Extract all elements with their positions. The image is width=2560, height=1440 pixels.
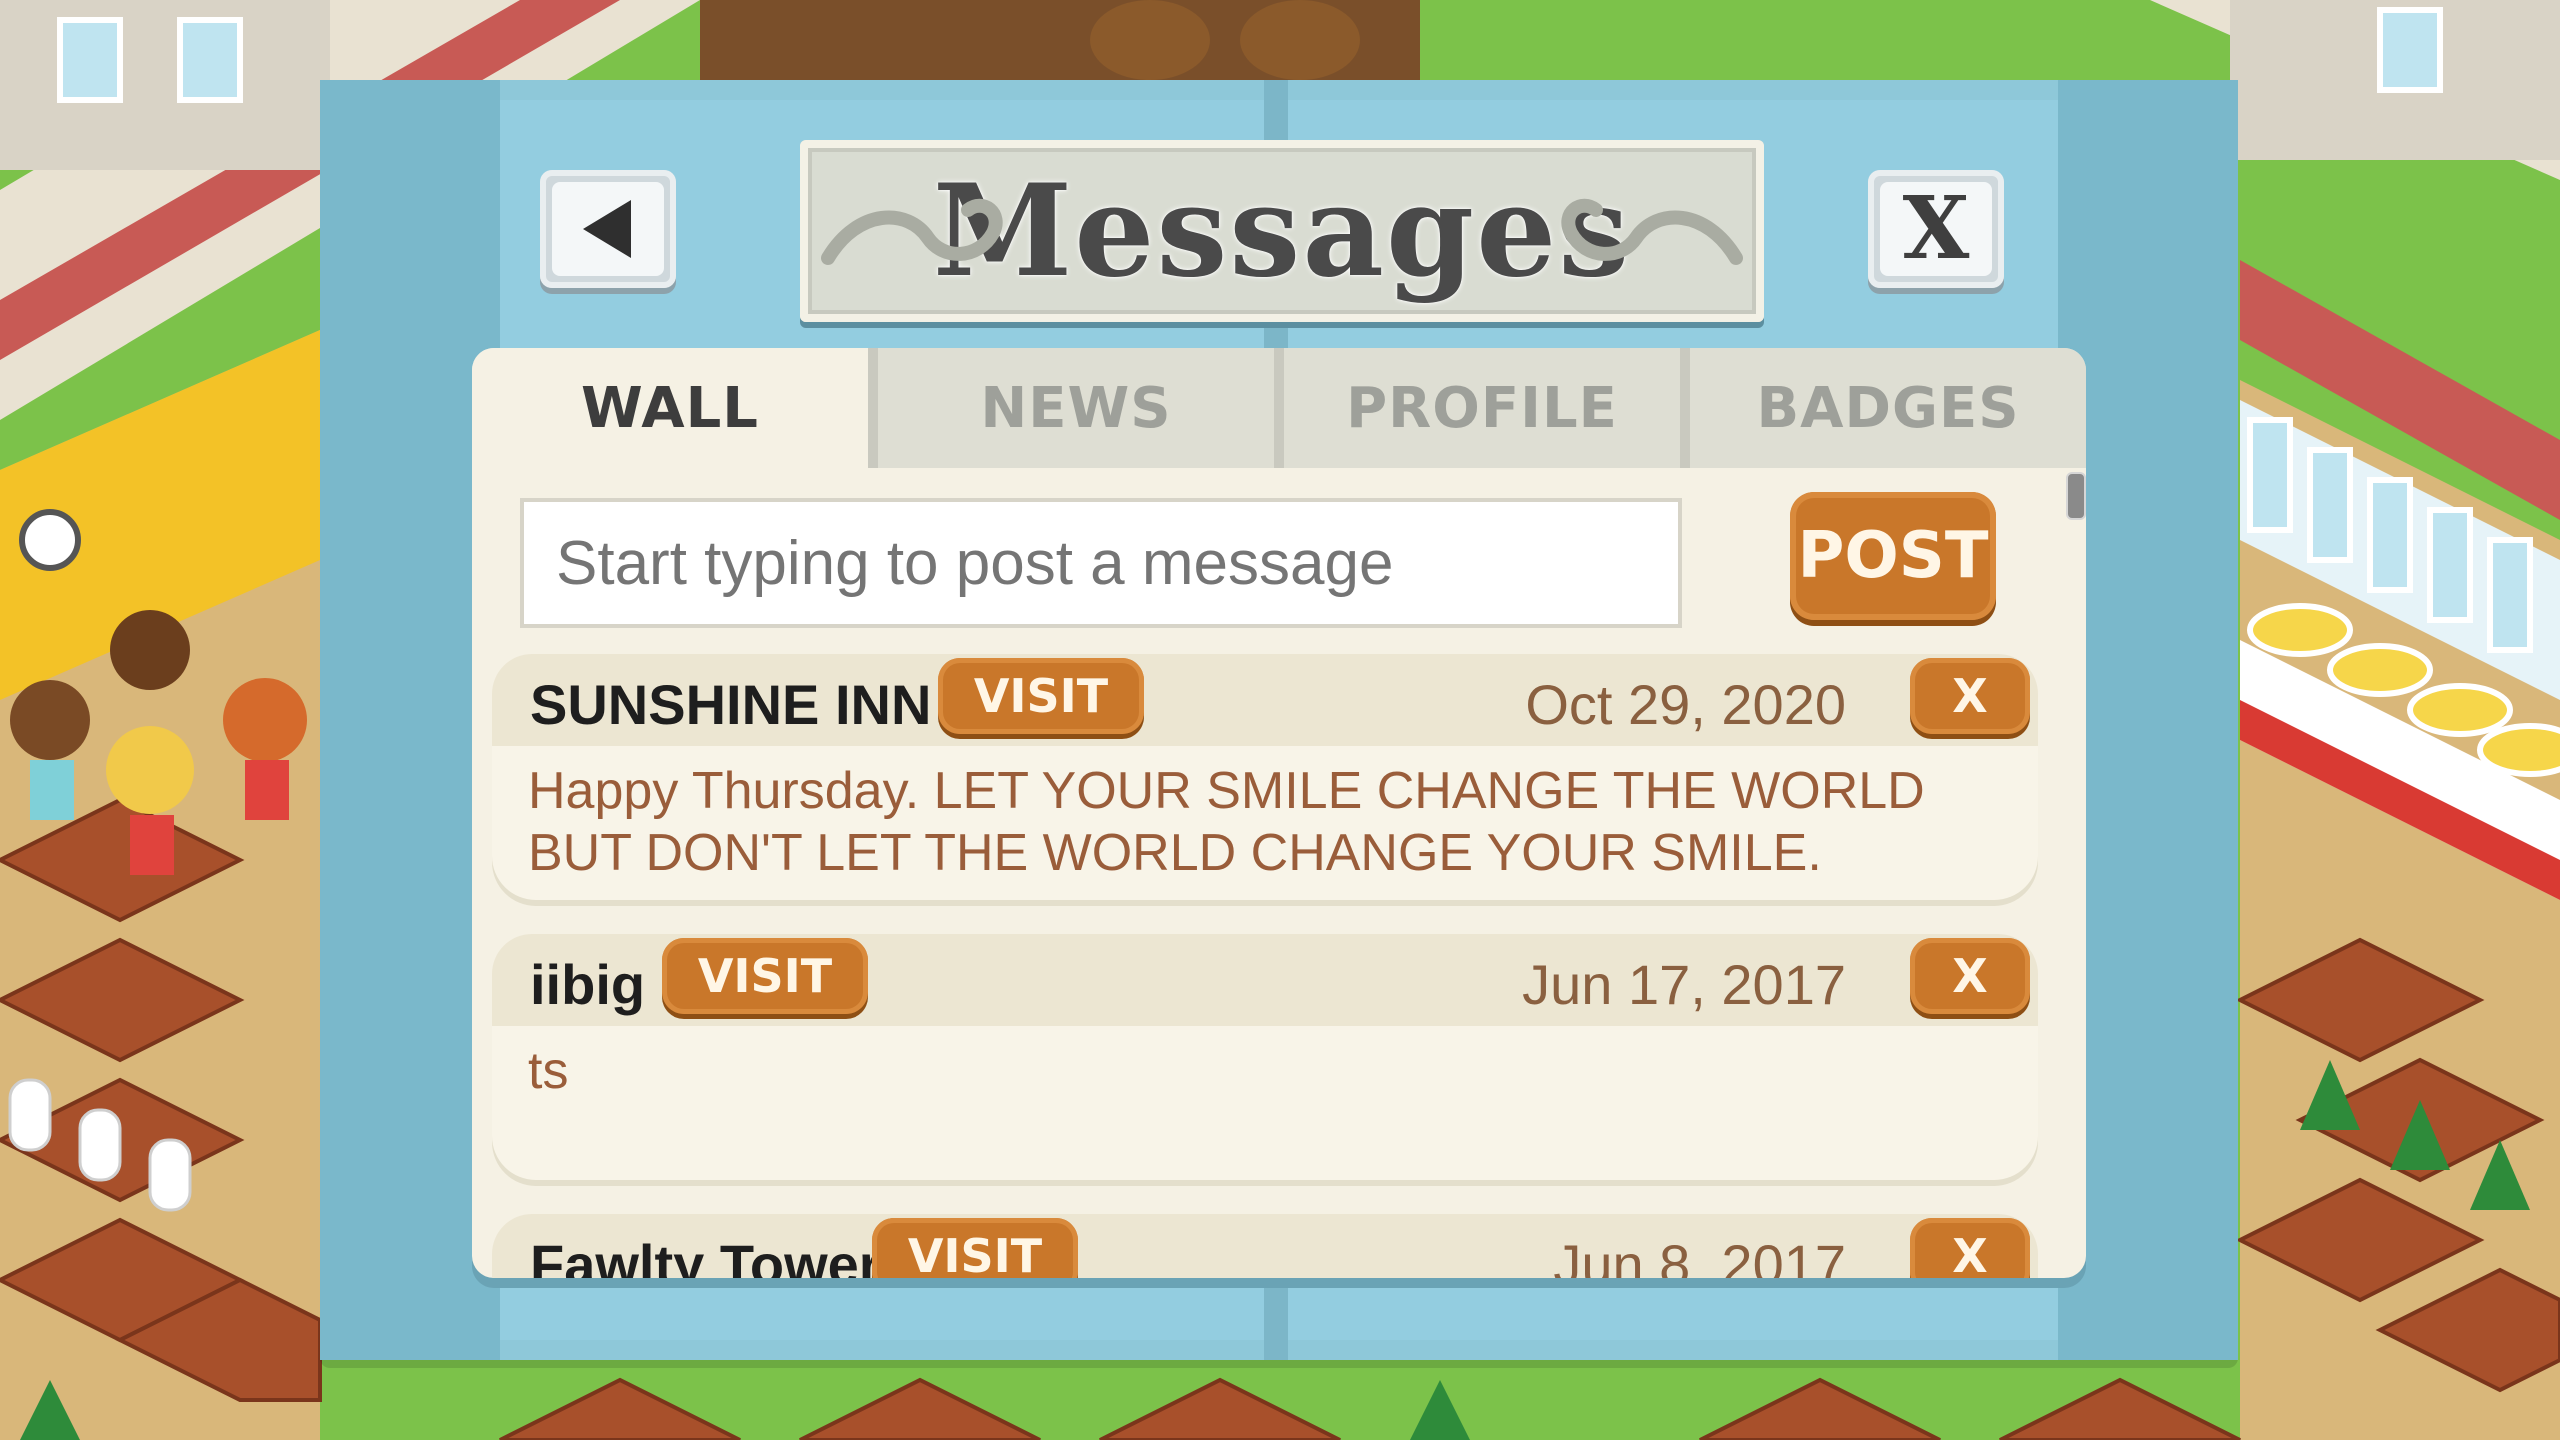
delete-message-button[interactable]: X [1910, 658, 2030, 734]
visit-button[interactable]: VISIT [662, 938, 868, 1014]
messages-panel: WALL NEWS PROFILE BADGES Start typing to… [472, 348, 2086, 1278]
message-text: ts [528, 1042, 569, 1100]
message-input[interactable]: Start typing to post a message [520, 498, 1682, 628]
message-text: Happy Thursday. LET YOUR SMILE CHANGE TH… [528, 762, 1925, 882]
sender-name: SUNSHINE INN [530, 673, 932, 736]
tab-profile[interactable]: PROFILE [1274, 348, 1680, 468]
tab-bar: WALL NEWS PROFILE BADGES [472, 348, 2086, 468]
delete-message-button[interactable]: X [1910, 1218, 2030, 1278]
sender-name: Fawlty Towers [530, 1233, 912, 1278]
scrollbar-thumb[interactable] [2066, 472, 2086, 520]
left-swirl-ornament-icon [821, 198, 1003, 265]
sender-name: iibig [530, 953, 646, 1016]
tab-news[interactable]: NEWS [868, 348, 1274, 468]
visit-button[interactable]: VISIT [938, 658, 1144, 734]
message-date: Jun 8, 2017 [1553, 1233, 1846, 1278]
message-date: Oct 29, 2020 [1525, 673, 1846, 736]
message-date: Jun 17, 2017 [1522, 953, 1846, 1016]
page-title: Messages [932, 157, 1632, 305]
tab-wall[interactable]: WALL [472, 348, 868, 468]
visit-button[interactable]: VISIT [872, 1218, 1078, 1278]
back-button[interactable] [540, 170, 676, 288]
delete-message-button[interactable]: X [1910, 938, 2030, 1014]
post-button[interactable]: POST [1790, 492, 1996, 620]
close-dialog-button[interactable]: X [1868, 170, 2004, 288]
back-arrow-icon [583, 200, 631, 258]
right-swirl-ornament-icon [1561, 198, 1743, 265]
tab-badges[interactable]: BADGES [1680, 348, 2086, 468]
title-plaque: Messages [800, 140, 1764, 322]
close-icon: X [1902, 178, 1970, 279]
